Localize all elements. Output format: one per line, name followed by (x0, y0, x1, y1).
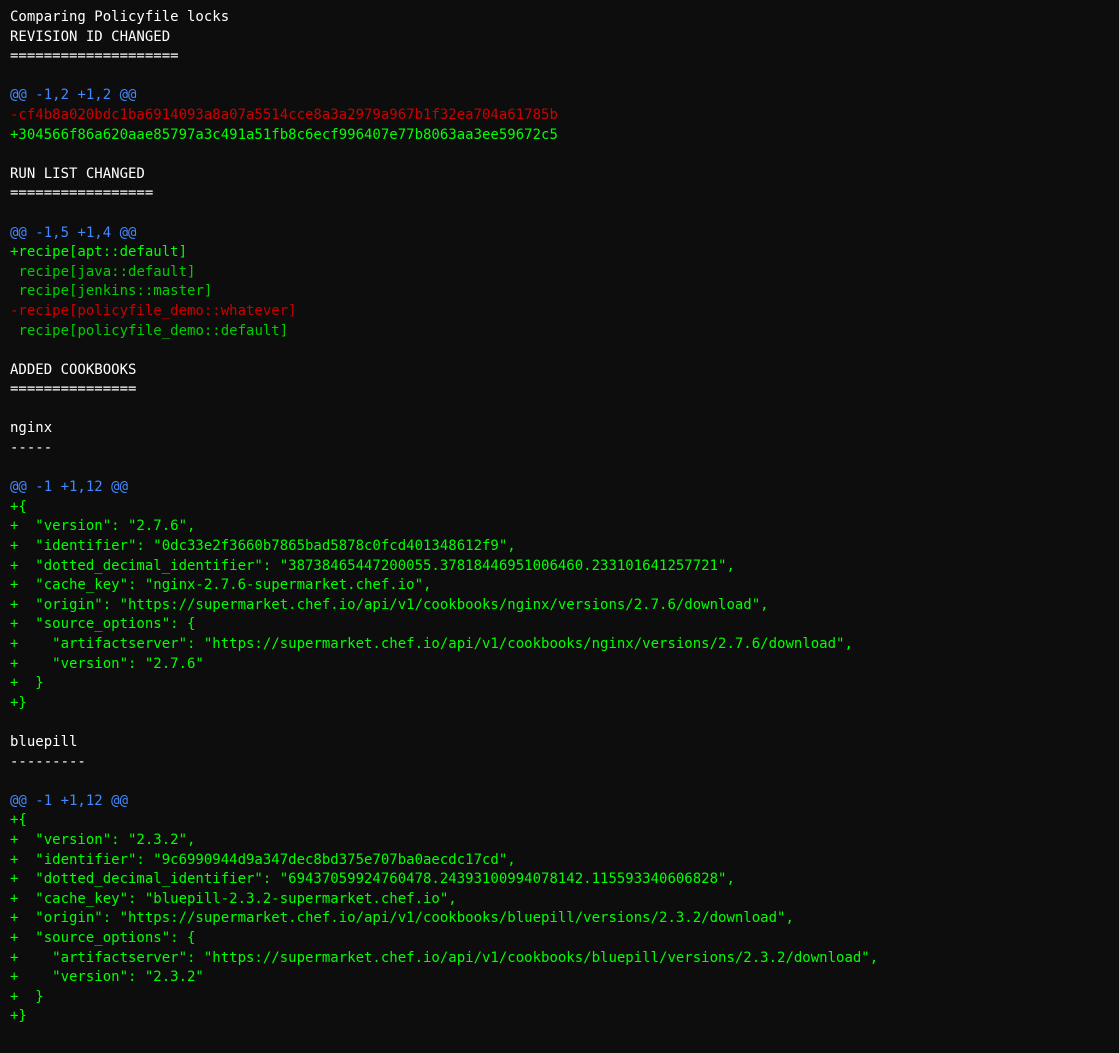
bluepill-line-1: + "version": "2.3.2", (10, 832, 195, 848)
nginx-line-6: + "source_options": { (10, 616, 195, 632)
nginx-line-1: + "version": "2.7.6", (10, 518, 195, 534)
runlist-hunk-header: @@ -1,5 +1,4 @@ (10, 225, 136, 241)
nginx-line-0: +{ (10, 499, 27, 515)
terminal-output: Comparing Policyfile locks REVISION ID C… (10, 8, 1109, 1027)
runlist-ctx-java: recipe[java::default] (10, 264, 195, 280)
bluepill-line-6: + "source_options": { (10, 930, 195, 946)
bluepill-line-2: + "identifier": "9c6990944d9a347dec8bd37… (10, 852, 516, 868)
nginx-name: nginx (10, 420, 52, 436)
nginx-hunk-header: @@ -1 +1,12 @@ (10, 479, 128, 495)
runlist-heading: RUN LIST CHANGED (10, 166, 145, 182)
nginx-line-2: + "identifier": "0dc33e2f3660b7865bad587… (10, 538, 516, 554)
nginx-underline: ----- (10, 440, 52, 456)
added-cookbooks-heading: ADDED COOKBOOKS (10, 362, 136, 378)
bluepill-line-4: + "cache_key": "bluepill-2.3.2-supermark… (10, 891, 457, 907)
comparing-line: Comparing Policyfile locks (10, 9, 229, 25)
runlist-added-apt: +recipe[apt::default] (10, 244, 187, 260)
bluepill-line-8: + "version": "2.3.2" (10, 969, 204, 985)
bluepill-line-3: + "dotted_decimal_identifier": "69437059… (10, 871, 735, 887)
revision-hunk-header: @@ -1,2 +1,2 @@ (10, 87, 136, 103)
nginx-line-3: + "dotted_decimal_identifier": "38738465… (10, 558, 735, 574)
nginx-line-5: + "origin": "https://supermarket.chef.io… (10, 597, 769, 613)
runlist-removed-policyfile: -recipe[policyfile_demo::whatever] (10, 303, 297, 319)
runlist-separator: ================= (10, 185, 153, 201)
bluepill-name: bluepill (10, 734, 77, 750)
nginx-line-8: + "version": "2.7.6" (10, 656, 204, 672)
bluepill-line-0: +{ (10, 812, 27, 828)
bluepill-hunk-header: @@ -1 +1,12 @@ (10, 793, 128, 809)
runlist-ctx-jenkins: recipe[jenkins::master] (10, 283, 212, 299)
added-cookbooks-separator: =============== (10, 381, 136, 397)
bluepill-line-9: + } (10, 989, 44, 1005)
bluepill-line-7: + "artifactserver": "https://supermarket… (10, 950, 878, 966)
bluepill-line-10: +} (10, 1008, 27, 1024)
nginx-line-4: + "cache_key": "nginx-2.7.6-supermarket.… (10, 577, 431, 593)
revision-added-line: +304566f86a620aae85797a3c491a51fb8c6ecf9… (10, 127, 558, 143)
bluepill-line-5: + "origin": "https://supermarket.chef.io… (10, 910, 794, 926)
bluepill-underline: --------- (10, 754, 86, 770)
nginx-line-10: +} (10, 695, 27, 711)
runlist-ctx-policyfile-default: recipe[policyfile_demo::default] (10, 323, 288, 339)
revision-removed-line: -cf4b8a020bdc1ba6914093a8a07a5514cce8a3a… (10, 107, 558, 123)
revision-separator: ==================== (10, 48, 179, 64)
nginx-line-7: + "artifactserver": "https://supermarket… (10, 636, 853, 652)
revision-heading: REVISION ID CHANGED (10, 29, 170, 45)
nginx-line-9: + } (10, 675, 44, 691)
